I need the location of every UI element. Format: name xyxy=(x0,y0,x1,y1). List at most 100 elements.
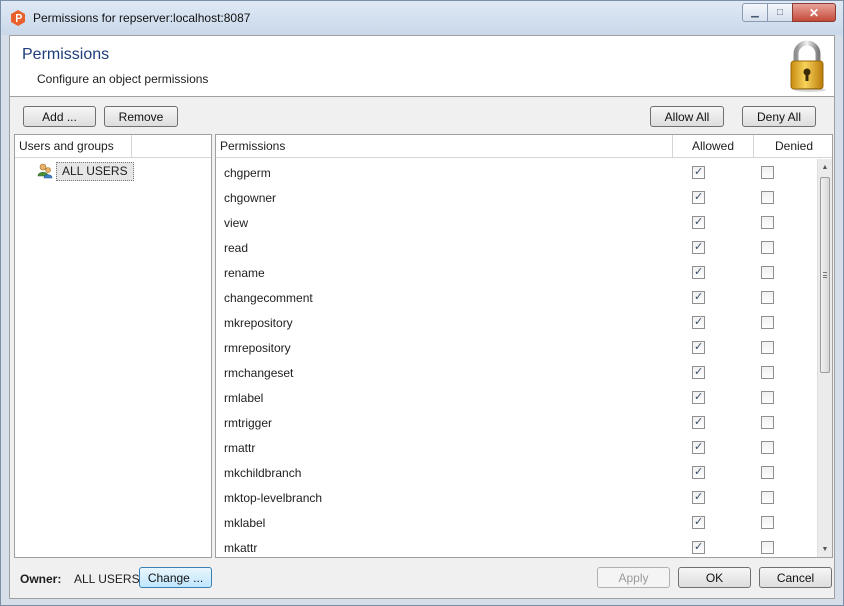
close-icon: ✕ xyxy=(808,5,820,20)
allowed-checkbox[interactable] xyxy=(692,390,705,404)
allowed-checkbox[interactable] xyxy=(692,315,705,329)
permission-name: rmchangeset xyxy=(224,366,294,380)
remove-button[interactable]: Remove xyxy=(104,106,178,127)
allowed-checkbox[interactable] xyxy=(692,165,705,179)
close-button[interactable]: ✕ xyxy=(792,3,836,22)
minimize-icon: ▁ xyxy=(751,7,759,18)
permission-row[interactable]: rename xyxy=(216,260,818,285)
plastic-app-icon xyxy=(11,10,25,26)
permission-name: chgowner xyxy=(224,191,277,205)
denied-column-header[interactable]: Denied xyxy=(754,135,832,158)
permission-name: rmrepository xyxy=(224,341,291,355)
apply-button[interactable]: Apply xyxy=(597,567,670,588)
grip-icon xyxy=(823,272,827,278)
page-subtitle: Configure an object permissions xyxy=(37,72,209,86)
permission-row[interactable]: chgowner xyxy=(216,185,818,210)
denied-checkbox[interactable] xyxy=(761,266,774,279)
permission-row[interactable]: rmrepository xyxy=(216,335,818,360)
minimize-button[interactable]: ▁ xyxy=(742,3,768,22)
allowed-checkbox[interactable] xyxy=(692,415,705,429)
denied-checkbox[interactable] xyxy=(761,166,774,179)
permission-name: changecomment xyxy=(224,291,313,305)
permission-row[interactable]: mkrepository xyxy=(216,310,818,335)
allowed-checkbox[interactable] xyxy=(692,290,705,304)
permission-row[interactable]: rmattr xyxy=(216,435,818,460)
permission-name: read xyxy=(224,241,249,255)
allowed-checkbox[interactable] xyxy=(692,340,705,354)
vertical-scrollbar[interactable]: ▲ ▼ xyxy=(817,159,832,557)
maximize-button[interactable]: □ xyxy=(767,3,793,22)
permissions-panel: Permissions Allowed Denied chgperm chgown… xyxy=(215,134,833,558)
permission-row[interactable]: view xyxy=(216,210,818,235)
permission-row[interactable]: changecomment xyxy=(216,285,818,310)
window-title: Permissions for repserver:localhost:8087 xyxy=(33,11,251,25)
scroll-down-icon[interactable]: ▼ xyxy=(818,541,832,557)
user-item-label: ALL USERS xyxy=(56,161,134,181)
scroll-up-icon[interactable]: ▲ xyxy=(818,159,832,175)
denied-checkbox[interactable] xyxy=(761,216,774,229)
permission-row[interactable]: chgperm xyxy=(216,160,818,185)
cancel-button[interactable]: Cancel xyxy=(759,567,832,588)
denied-checkbox[interactable] xyxy=(761,191,774,204)
permission-row[interactable]: mkattr xyxy=(216,535,818,557)
denied-checkbox[interactable] xyxy=(761,416,774,429)
allowed-checkbox[interactable] xyxy=(692,490,705,504)
permission-row[interactable]: mkchildbranch xyxy=(216,460,818,485)
owner-value: ALL USERS xyxy=(74,572,140,586)
denied-checkbox[interactable] xyxy=(761,391,774,404)
ok-button[interactable]: OK xyxy=(678,567,751,588)
users-and-groups-panel: Users and groups ALL USERS xyxy=(14,134,212,558)
denied-checkbox[interactable] xyxy=(761,516,774,529)
lock-icon xyxy=(790,40,826,92)
permission-name: mkchildbranch xyxy=(224,466,302,480)
allowed-checkbox[interactable] xyxy=(692,240,705,254)
permission-row[interactable]: rmchangeset xyxy=(216,360,818,385)
denied-checkbox[interactable] xyxy=(761,541,774,554)
permission-row[interactable]: rmtrigger xyxy=(216,410,818,435)
allowed-checkbox[interactable] xyxy=(692,440,705,454)
maximize-icon: □ xyxy=(776,7,784,18)
allowed-checkbox[interactable] xyxy=(692,540,705,554)
permission-row[interactable]: read xyxy=(216,235,818,260)
allowed-checkbox[interactable] xyxy=(692,215,705,229)
permission-name: mkrepository xyxy=(224,316,293,330)
permission-name: rmattr xyxy=(224,441,256,455)
permission-row[interactable]: mktop-levelbranch xyxy=(216,485,818,510)
denied-checkbox[interactable] xyxy=(761,366,774,379)
denied-checkbox[interactable] xyxy=(761,316,774,329)
allowed-checkbox[interactable] xyxy=(692,190,705,204)
denied-checkbox[interactable] xyxy=(761,441,774,454)
allow-all-button[interactable]: Allow All xyxy=(650,106,724,127)
permissions-column-header[interactable]: Permissions xyxy=(216,135,672,158)
denied-checkbox[interactable] xyxy=(761,341,774,354)
denied-checkbox[interactable] xyxy=(761,241,774,254)
allowed-column-header[interactable]: Allowed xyxy=(673,135,753,158)
title-bar[interactable]: Permissions for repserver:localhost:8087… xyxy=(1,1,843,35)
permission-name: chgperm xyxy=(224,166,271,180)
permission-name: view xyxy=(224,216,249,230)
denied-checkbox[interactable] xyxy=(761,491,774,504)
users-group-icon xyxy=(37,163,53,179)
permissions-window: Permissions for repserver:localhost:8087… xyxy=(0,0,844,606)
permission-row[interactable]: mklabel xyxy=(216,510,818,535)
deny-all-button[interactable]: Deny All xyxy=(742,106,816,127)
denied-checkbox[interactable] xyxy=(761,291,774,304)
permission-name: rmtrigger xyxy=(224,416,273,430)
user-tree-item[interactable]: ALL USERS xyxy=(37,161,134,181)
dialog-client-area: Permissions Configure an object permissi… xyxy=(9,35,835,599)
add-button[interactable]: Add ... xyxy=(23,106,96,127)
scrollbar-thumb[interactable] xyxy=(820,177,830,373)
allowed-checkbox[interactable] xyxy=(692,465,705,479)
denied-checkbox[interactable] xyxy=(761,466,774,479)
permission-name: mktop-levelbranch xyxy=(224,491,323,505)
allowed-checkbox[interactable] xyxy=(692,265,705,279)
change-owner-button[interactable]: Change ... xyxy=(139,567,212,588)
column-divider[interactable] xyxy=(131,135,132,158)
header-panel: Permissions Configure an object permissi… xyxy=(10,36,834,97)
page-title: Permissions xyxy=(22,46,110,63)
permission-name: mkattr xyxy=(224,541,258,555)
permission-row[interactable]: rmlabel xyxy=(216,385,818,410)
users-column-header[interactable]: Users and groups xyxy=(15,135,211,158)
allowed-checkbox[interactable] xyxy=(692,365,705,379)
allowed-checkbox[interactable] xyxy=(692,515,705,529)
